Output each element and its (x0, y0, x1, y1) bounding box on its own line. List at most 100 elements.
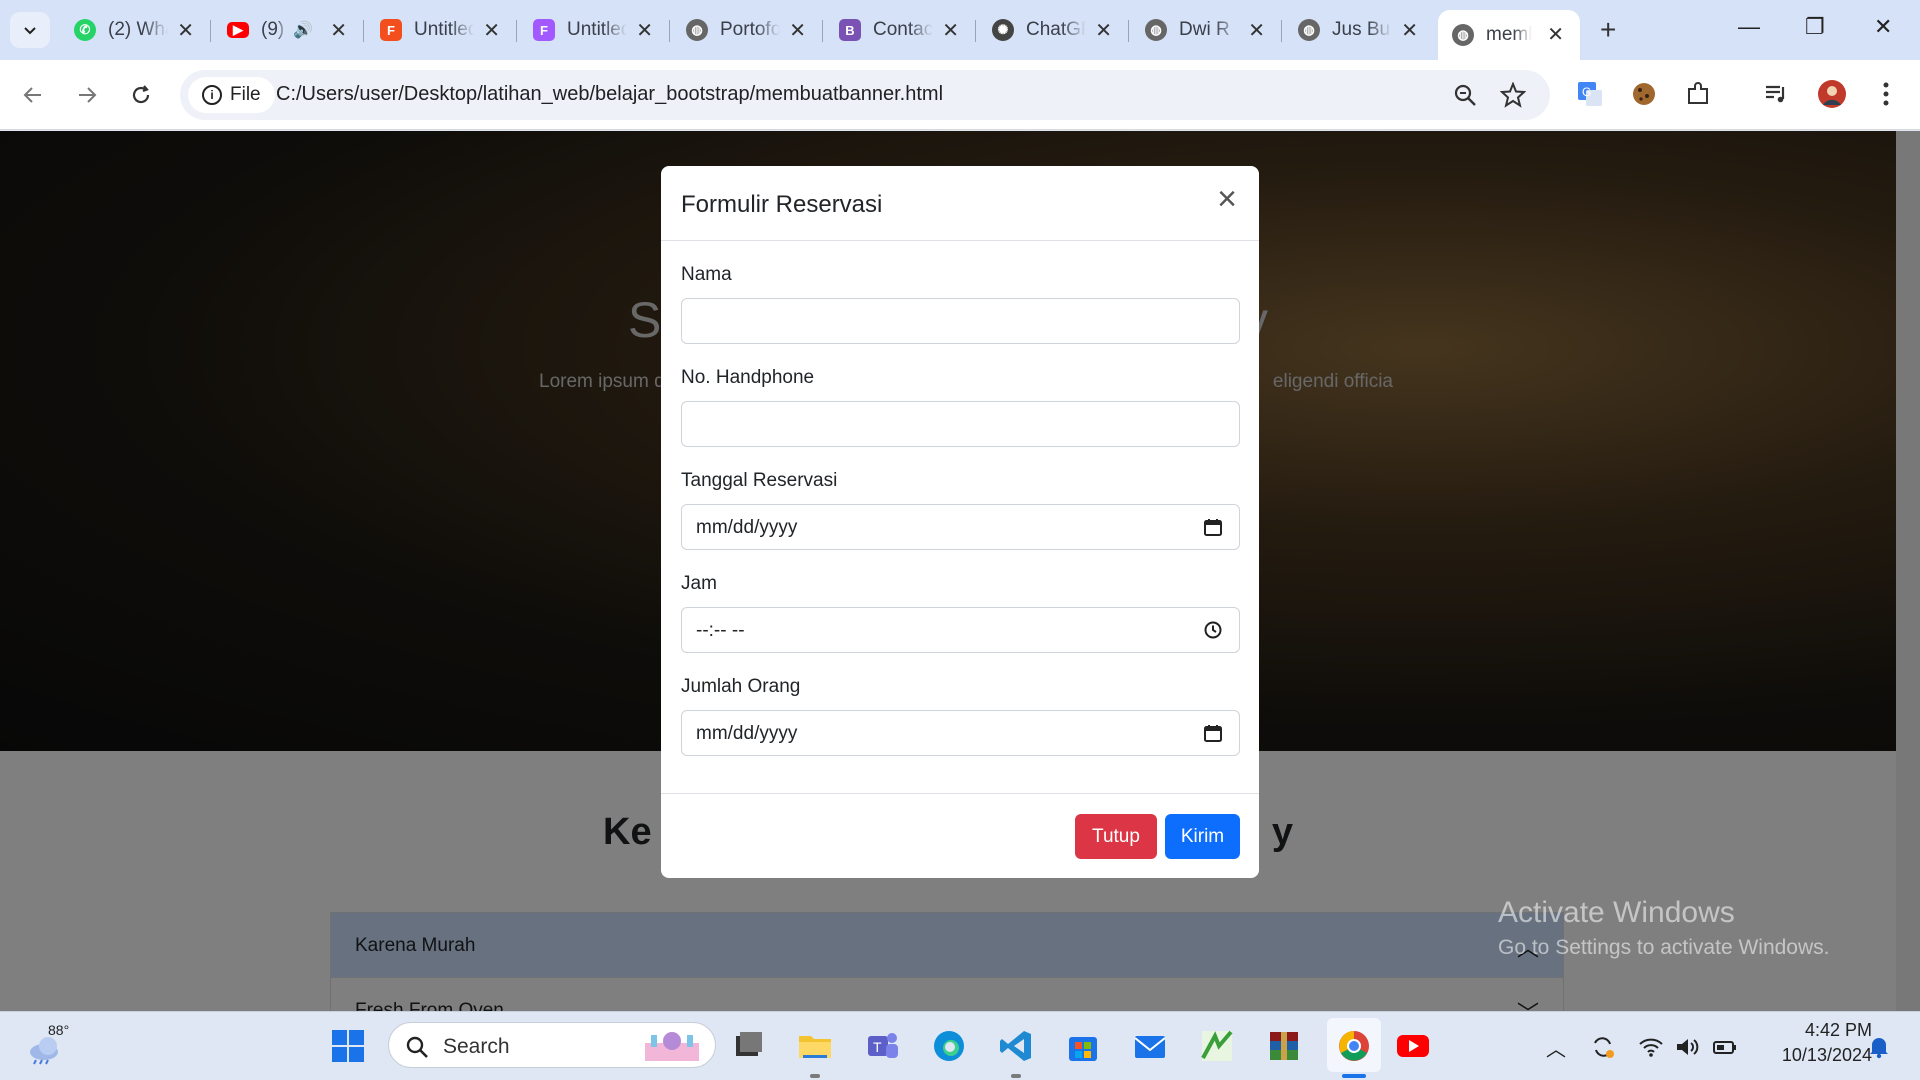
microsoft-store-icon[interactable] (1065, 1028, 1101, 1064)
tab-chatgpt[interactable]: ✺ ChatGPT ✕ (978, 10, 1129, 50)
search-icon (406, 1036, 428, 1058)
sync-icon[interactable] (1590, 1034, 1616, 1060)
taskbar-search[interactable]: Search (388, 1022, 716, 1068)
mail-icon[interactable] (1132, 1028, 1168, 1064)
clock-icon[interactable] (1203, 620, 1223, 640)
volume-icon[interactable] (1674, 1034, 1700, 1060)
guests-input[interactable]: mm/dd/yyyy (681, 710, 1240, 756)
close-tab-icon[interactable]: ✕ (1248, 18, 1265, 43)
back-icon[interactable] (18, 80, 48, 110)
url-text[interactable]: C:/Users/user/Desktop/latihan_web/belaja… (276, 83, 943, 106)
google-translate-icon[interactable]: G (1574, 78, 1606, 110)
date-label: Tanggal Reservasi (681, 470, 838, 491)
modal-footer: Tutup Kirim (661, 793, 1259, 878)
wifi-icon[interactable] (1638, 1034, 1664, 1060)
edge-icon[interactable] (931, 1028, 967, 1064)
temperature-label: 88° (48, 1022, 70, 1038)
forward-icon[interactable] (72, 80, 102, 110)
phone-input[interactable] (681, 401, 1240, 447)
close-window-icon[interactable]: ✕ (1874, 14, 1892, 40)
close-tab-icon[interactable]: ✕ (1095, 18, 1112, 43)
teams-icon[interactable]: T (864, 1028, 900, 1064)
tab-title: Contact (873, 19, 933, 40)
tab-title: Jus Bu (1332, 19, 1391, 40)
date-placeholder: mm/dd/yyyy (696, 517, 798, 538)
modal-header: Formulir Reservasi × (661, 166, 1259, 241)
file-explorer-icon[interactable] (797, 1028, 833, 1064)
reservation-modal: Formulir Reservasi × Nama No. Handphone … (661, 166, 1259, 878)
tab-figma-1[interactable]: F Untitled ✕ (366, 10, 517, 50)
figma-icon: F (380, 19, 402, 41)
tab-figma-2[interactable]: F Untitled ✕ (519, 10, 670, 50)
calendar-icon[interactable] (1203, 723, 1223, 743)
speaker-icon[interactable]: 🔊 (293, 20, 313, 40)
modal-title: Formulir Reservasi (681, 191, 883, 218)
close-tab-icon[interactable]: ✕ (177, 18, 194, 43)
close-tab-icon[interactable]: ✕ (942, 18, 959, 43)
profile-avatar-icon[interactable] (1816, 78, 1848, 110)
submit-button[interactable]: Kirim (1165, 814, 1240, 859)
close-tab-icon[interactable]: ✕ (636, 18, 653, 43)
name-input[interactable] (681, 298, 1240, 344)
running-indicator (1011, 1074, 1021, 1078)
tab-title: Untitled (567, 19, 627, 40)
close-button[interactable]: Tutup (1075, 814, 1157, 859)
close-tab-icon[interactable]: ✕ (789, 18, 806, 43)
new-tab-button[interactable]: + (1600, 14, 1616, 46)
zoom-icon[interactable] (1452, 82, 1478, 108)
figma-icon: F (533, 19, 555, 41)
chevron-up-icon[interactable]: ︿ (1543, 1034, 1569, 1061)
globe-icon: ◍ (686, 19, 708, 41)
calendar-icon[interactable] (1203, 517, 1223, 537)
cookie-icon[interactable] (1628, 78, 1660, 110)
bookmark-star-icon[interactable] (1500, 82, 1526, 108)
close-tab-icon[interactable]: ✕ (330, 18, 347, 43)
tab-strip: ✆ (2) WhatsApp ✕ ▶ (9) YouTube 🔊 ✕ F Unt… (0, 0, 1920, 60)
site-info-chip[interactable]: i File (188, 77, 275, 113)
task-view-icon[interactable] (730, 1028, 766, 1064)
search-label: Search (443, 1035, 510, 1058)
battery-icon[interactable] (1712, 1034, 1738, 1060)
tab-title: ChatGPT (1026, 19, 1086, 40)
notification-bell-icon[interactable] (1866, 1034, 1892, 1060)
extensions-puzzle-icon[interactable] (1682, 78, 1714, 110)
close-tab-icon[interactable]: ✕ (1401, 18, 1418, 43)
time-label: Jam (681, 573, 717, 594)
time-input[interactable]: --:-- -- (681, 607, 1240, 653)
media-controls-icon[interactable] (1760, 78, 1792, 110)
tab-title: membuatbanner (1486, 24, 1532, 45)
chrome-icon[interactable] (1336, 1028, 1372, 1064)
tab-dwi[interactable]: ◍ Dwi R ✕ (1131, 10, 1282, 50)
close-icon[interactable]: × (1211, 182, 1243, 216)
spreadsheet-app-icon[interactable] (1199, 1028, 1235, 1064)
clock-date[interactable]: 10/13/2024 (1762, 1045, 1872, 1066)
close-tab-icon[interactable]: ✕ (1547, 22, 1564, 47)
address-bar[interactable]: i File C:/Users/user/Desktop/latihan_web… (180, 70, 1550, 120)
tab-portofolio[interactable]: ◍ Portofolio ✕ (672, 10, 823, 50)
restore-icon[interactable]: ❐ (1805, 14, 1825, 40)
close-tab-icon[interactable]: ✕ (483, 18, 500, 43)
menu-kebab-icon[interactable] (1870, 78, 1902, 110)
globe-icon: ◍ (1452, 24, 1474, 46)
tab-title: Portofolio (720, 19, 780, 40)
minimize-icon[interactable]: — (1738, 14, 1760, 40)
tab-contact[interactable]: B Contact ✕ (825, 10, 976, 50)
date-input[interactable]: mm/dd/yyyy (681, 504, 1240, 550)
windows-start-icon[interactable] (330, 1028, 366, 1064)
globe-icon: ◍ (1145, 19, 1167, 41)
tab-jus[interactable]: ◍ Jus Bu ✕ (1284, 10, 1434, 50)
clock-time[interactable]: 4:42 PM (1762, 1020, 1872, 1041)
winrar-icon[interactable] (1266, 1028, 1302, 1064)
vscode-icon[interactable] (998, 1028, 1034, 1064)
tab-whatsapp[interactable]: ✆ (2) WhatsApp ✕ (60, 10, 211, 50)
youtube-app-icon[interactable] (1395, 1028, 1431, 1064)
activate-windows-subtitle: Go to Settings to activate Windows. (1498, 936, 1830, 959)
tab-active-banner[interactable]: ◍ membuatbanner ✕ (1438, 10, 1580, 60)
reload-icon[interactable] (126, 80, 156, 110)
tab-youtube[interactable]: ▶ (9) YouTube 🔊 ✕ (213, 10, 364, 50)
tab-search-button[interactable] (10, 12, 50, 48)
bootstrap-icon: B (839, 19, 861, 41)
chevron-down-icon (24, 27, 36, 35)
search-highlight-icon (645, 1032, 699, 1061)
tab-title: (9) YouTube (261, 19, 287, 40)
